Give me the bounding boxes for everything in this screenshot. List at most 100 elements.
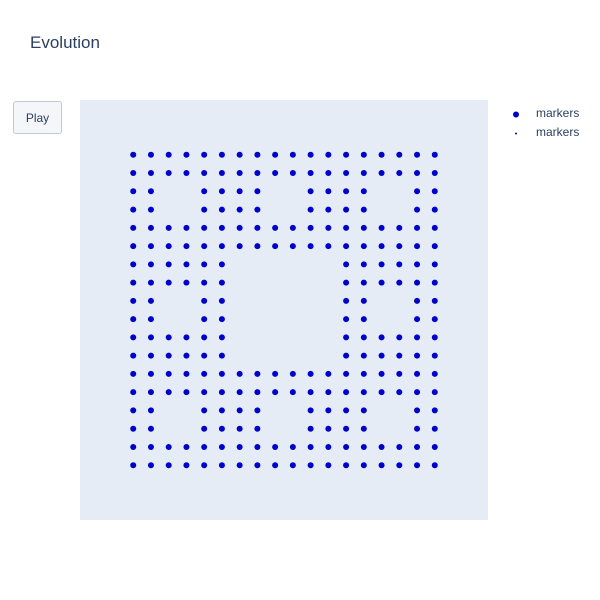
data-point[interactable] xyxy=(236,425,243,432)
data-point[interactable] xyxy=(201,297,208,304)
data-point[interactable] xyxy=(414,279,421,286)
data-point[interactable] xyxy=(201,334,208,341)
data-point[interactable] xyxy=(201,151,208,158)
data-point[interactable] xyxy=(165,261,172,268)
data-point[interactable] xyxy=(431,352,438,359)
data-point[interactable] xyxy=(236,389,243,396)
data-point[interactable] xyxy=(360,206,367,213)
data-point[interactable] xyxy=(378,370,385,377)
data-point[interactable] xyxy=(130,443,137,450)
data-point[interactable] xyxy=(414,243,421,250)
data-point[interactable] xyxy=(360,407,367,414)
data-point[interactable] xyxy=(307,206,314,213)
data-point[interactable] xyxy=(254,170,261,177)
data-point[interactable] xyxy=(218,370,225,377)
data-point[interactable] xyxy=(183,279,190,286)
data-point[interactable] xyxy=(360,261,367,268)
data-point[interactable] xyxy=(130,334,137,341)
data-point[interactable] xyxy=(307,425,314,432)
data-point[interactable] xyxy=(307,370,314,377)
data-point[interactable] xyxy=(431,425,438,432)
data-point[interactable] xyxy=(396,170,403,177)
data-point[interactable] xyxy=(289,389,296,396)
data-point[interactable] xyxy=(218,443,225,450)
data-point[interactable] xyxy=(218,279,225,286)
data-point[interactable] xyxy=(201,425,208,432)
data-point[interactable] xyxy=(201,370,208,377)
data-point[interactable] xyxy=(130,170,137,177)
data-point[interactable] xyxy=(414,407,421,414)
data-point[interactable] xyxy=(130,224,137,231)
data-point[interactable] xyxy=(289,151,296,158)
data-point[interactable] xyxy=(147,443,154,450)
data-point[interactable] xyxy=(201,170,208,177)
data-point[interactable] xyxy=(236,462,243,469)
data-point[interactable] xyxy=(343,334,350,341)
data-point[interactable] xyxy=(325,407,332,414)
data-point[interactable] xyxy=(431,407,438,414)
data-point[interactable] xyxy=(396,352,403,359)
data-point[interactable] xyxy=(325,462,332,469)
data-point[interactable] xyxy=(343,370,350,377)
data-point[interactable] xyxy=(218,297,225,304)
data-point[interactable] xyxy=(414,443,421,450)
data-point[interactable] xyxy=(307,389,314,396)
data-point[interactable] xyxy=(130,462,137,469)
data-point[interactable] xyxy=(378,334,385,341)
data-point[interactable] xyxy=(414,462,421,469)
data-point[interactable] xyxy=(147,389,154,396)
data-point[interactable] xyxy=(307,462,314,469)
data-point[interactable] xyxy=(272,389,279,396)
data-point[interactable] xyxy=(218,316,225,323)
data-point[interactable] xyxy=(343,316,350,323)
data-point[interactable] xyxy=(360,316,367,323)
data-point[interactable] xyxy=(165,370,172,377)
data-point[interactable] xyxy=(289,462,296,469)
data-point[interactable] xyxy=(431,279,438,286)
data-point[interactable] xyxy=(343,188,350,195)
data-point[interactable] xyxy=(414,297,421,304)
legend-item-markers-large[interactable]: markers xyxy=(505,105,595,124)
data-point[interactable] xyxy=(201,188,208,195)
data-point[interactable] xyxy=(272,443,279,450)
data-point[interactable] xyxy=(130,188,137,195)
data-point[interactable] xyxy=(307,224,314,231)
data-point[interactable] xyxy=(325,370,332,377)
data-point[interactable] xyxy=(343,243,350,250)
data-point[interactable] xyxy=(147,279,154,286)
data-point[interactable] xyxy=(414,261,421,268)
data-point[interactable] xyxy=(360,297,367,304)
data-point[interactable] xyxy=(130,279,137,286)
data-point[interactable] xyxy=(396,279,403,286)
data-point[interactable] xyxy=(254,224,261,231)
data-point[interactable] xyxy=(130,243,137,250)
data-point[interactable] xyxy=(218,261,225,268)
data-point[interactable] xyxy=(343,462,350,469)
data-point[interactable] xyxy=(218,206,225,213)
data-point[interactable] xyxy=(431,188,438,195)
data-point[interactable] xyxy=(396,243,403,250)
data-point[interactable] xyxy=(236,151,243,158)
data-point[interactable] xyxy=(165,334,172,341)
data-point[interactable] xyxy=(325,224,332,231)
data-point[interactable] xyxy=(396,389,403,396)
data-point[interactable] xyxy=(414,334,421,341)
data-point[interactable] xyxy=(147,151,154,158)
data-point[interactable] xyxy=(147,224,154,231)
data-point[interactable] xyxy=(147,462,154,469)
data-point[interactable] xyxy=(343,407,350,414)
data-point[interactable] xyxy=(254,389,261,396)
data-point[interactable] xyxy=(325,170,332,177)
data-point[interactable] xyxy=(201,389,208,396)
data-point[interactable] xyxy=(236,407,243,414)
data-point[interactable] xyxy=(254,243,261,250)
data-point[interactable] xyxy=(165,389,172,396)
data-point[interactable] xyxy=(130,389,137,396)
data-point[interactable] xyxy=(307,188,314,195)
data-point[interactable] xyxy=(254,188,261,195)
data-point[interactable] xyxy=(360,462,367,469)
data-point[interactable] xyxy=(130,352,137,359)
data-point[interactable] xyxy=(147,206,154,213)
data-point[interactable] xyxy=(378,151,385,158)
data-point[interactable] xyxy=(183,352,190,359)
